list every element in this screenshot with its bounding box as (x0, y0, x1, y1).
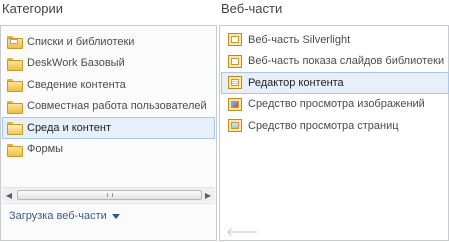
folder-icon (7, 57, 23, 71)
back-arrow-icon[interactable]: 🡐 (226, 224, 258, 239)
slideshow-webpart-icon (228, 54, 242, 68)
upload-webpart-link[interactable]: Загрузка веб-части (9, 210, 120, 222)
categories-horizontal-scrollbar[interactable]: ◀ ▶ (2, 187, 215, 202)
category-item-forms[interactable]: Формы (2, 139, 215, 161)
category-label: Среда и контент (27, 121, 112, 134)
divider (2, 203, 215, 204)
folder-doc-icon (7, 36, 23, 50)
webpart-label: Средство просмотра изображений (248, 98, 425, 111)
category-item-media-content[interactable]: Среда и контент (2, 117, 215, 139)
category-item-lists-libraries[interactable]: Списки и библиотеки (2, 31, 215, 53)
scroll-left-arrow-icon[interactable]: ◀ (2, 188, 16, 202)
folder-icon (7, 100, 23, 114)
category-label: Списки и библиотеки (27, 35, 135, 48)
category-item-deskwork[interactable]: DeskWork Базовый (2, 53, 215, 75)
dropdown-arrow-icon[interactable] (111, 213, 120, 219)
category-label: DeskWork Базовый (27, 57, 125, 70)
folder-open-icon (7, 122, 23, 136)
webpart-label: Средство просмотра страниц (248, 119, 399, 132)
webpart-item-content-editor[interactable]: Редактор контента (221, 72, 449, 94)
category-label: Сведение контента (27, 78, 126, 91)
webpart-item-image-viewer[interactable]: Средство просмотра изображений (221, 94, 449, 116)
folder-icon (7, 143, 23, 157)
scroll-thumb[interactable] (17, 190, 202, 200)
content-editor-icon (228, 76, 242, 90)
webpart-item-slideshow[interactable]: Веб-часть показа слайдов библиотеки (221, 51, 449, 73)
scroll-right-arrow-icon[interactable]: ▶ (201, 188, 215, 202)
webpart-item-silverlight[interactable]: Веб-часть Silverlight (221, 29, 449, 51)
scroll-track[interactable] (17, 190, 202, 200)
silverlight-webpart-icon (228, 33, 242, 47)
webpart-label: Веб-часть показа слайдов библиотеки (248, 55, 445, 68)
image-viewer-icon (228, 97, 242, 111)
page-viewer-icon (228, 119, 242, 133)
folder-icon (7, 79, 23, 93)
upload-webpart-label: Загрузка веб-части (9, 210, 107, 222)
category-label: Совместная работа пользователей (27, 100, 207, 113)
category-item-content-rollup[interactable]: Сведение контента (2, 74, 215, 96)
webparts-pane: Веб-часть Silverlight Веб-часть показа с… (219, 25, 449, 241)
webpart-label: Веб-часть Silverlight (248, 33, 351, 46)
categories-list: Списки и библиотеки DeskWork Базовый Све… (2, 30, 215, 185)
category-item-social-collaboration[interactable]: Совместная работа пользователей (2, 96, 215, 118)
categories-pane: Списки и библиотеки DeskWork Базовый Све… (0, 25, 217, 241)
webpart-item-page-viewer[interactable]: Средство просмотра страниц (221, 115, 449, 137)
web-part-picker: Категории Веб-части Списки и библиотеки … (0, 0, 449, 242)
webparts-title: Веб-части (221, 1, 283, 16)
webpart-label: Редактор контента (248, 76, 344, 89)
category-label: Формы (27, 143, 64, 156)
categories-title: Категории (2, 1, 63, 16)
webparts-list: Веб-часть Silverlight Веб-часть показа с… (221, 29, 449, 179)
